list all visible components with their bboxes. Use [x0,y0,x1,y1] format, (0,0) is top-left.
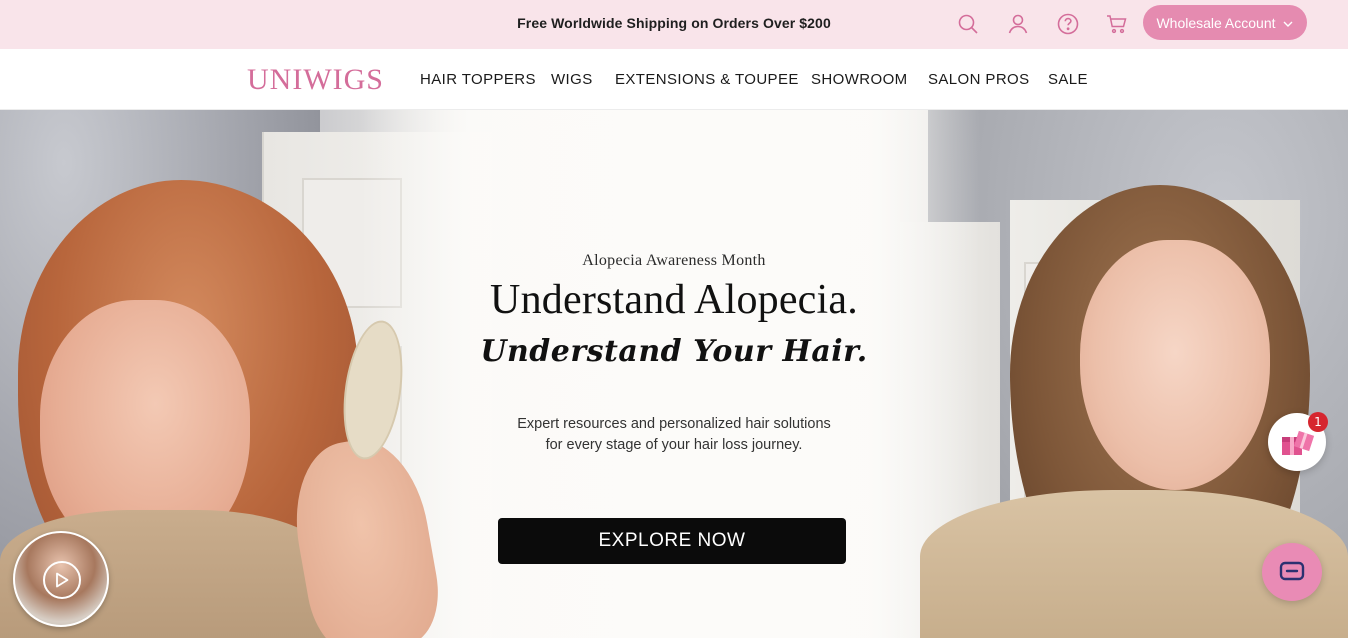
hero-script-subtitle: Understand Your Hair. [480,334,868,369]
hero-description: Expert resources and personalized hair s… [0,414,1348,456]
cart-icon [1107,15,1127,34]
hero-banner[interactable]: Alopecia Awareness Month Understand Alop… [0,110,1348,638]
explore-now-button[interactable]: EXPLORE NOW [498,518,846,564]
announcement-bar: Free Worldwide Shipping on Orders Over $… [0,0,1348,49]
nav-item-showroom[interactable]: SHOWROOM [811,71,908,88]
wholesale-account-label: Wholesale Account [1156,14,1276,31]
play-icon [43,561,81,599]
cart-button[interactable] [1103,10,1131,38]
nav-item-hair-toppers[interactable]: HAIR TOPPERS [420,71,536,88]
hero-description-line-2: for every stage of your hair loss journe… [545,437,803,453]
chat-button[interactable] [1262,543,1322,601]
account-icon [1008,14,1028,34]
wholesale-account-button[interactable]: Wholesale Account [1143,5,1307,40]
help-icon [1057,13,1079,35]
hero-eyebrow: Alopecia Awareness Month [582,252,766,269]
notification-badge: 1 [1308,412,1328,432]
nav-item-salon-pros[interactable]: SALON PROS [928,71,1030,88]
search-button[interactable] [954,10,982,38]
nav-item-sale[interactable]: SALE [1048,71,1088,88]
help-button[interactable] [1054,10,1082,38]
chevron-down-icon [1283,21,1293,27]
account-button[interactable] [1004,10,1032,38]
video-preview-bubble[interactable] [13,531,109,627]
nav-item-wigs[interactable]: WIGS [551,71,593,88]
hero-description-line-1: Expert resources and personalized hair s… [517,416,831,432]
brand-logo[interactable]: UNIWIGS [247,63,384,97]
hero-text-block: Alopecia Awareness Month Understand Alop… [0,110,1348,638]
gift-icon [1282,430,1315,455]
search-icon [958,14,978,34]
main-navigation: UNIWIGS HAIR TOPPERS WIGS EXTENSIONS & T… [0,49,1348,110]
hero-headline: Understand Alopecia. [490,277,858,323]
nav-item-extensions-toupee[interactable]: EXTENSIONS & TOUPEE [615,71,799,88]
chat-icon [1279,561,1305,581]
